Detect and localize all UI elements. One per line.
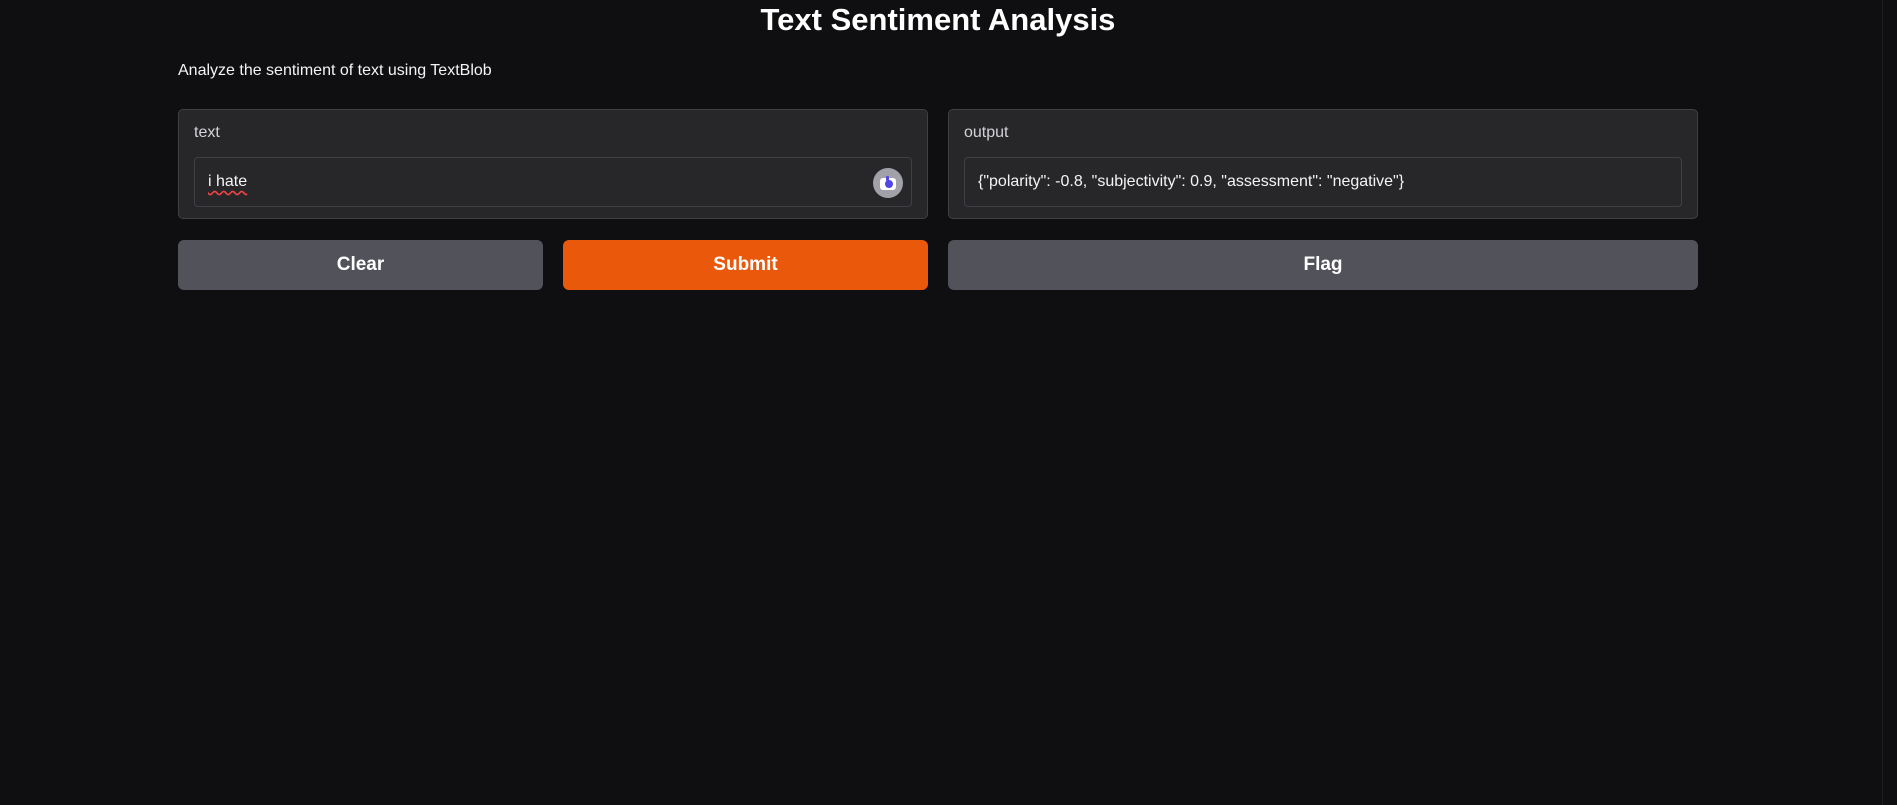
page-scrollbar[interactable] <box>1882 0 1897 805</box>
flag-button[interactable]: Flag <box>948 240 1698 290</box>
output-field: {"polarity": -0.8, "subjectivity": 0.9, … <box>964 157 1682 207</box>
output-label: output <box>964 124 1009 141</box>
app-root: Text Sentiment Analysis Analyze the sent… <box>0 0 1897 805</box>
page-description: Analyze the sentiment of text using Text… <box>178 62 492 79</box>
page-title: Text Sentiment Analysis <box>760 2 1116 37</box>
text-input-value: i hate <box>208 173 248 190</box>
text-input[interactable]: i hate <box>194 157 912 207</box>
submit-button[interactable]: Submit <box>563 240 928 290</box>
input-panel: text i hate <box>178 109 928 219</box>
grammar-extension-icon[interactable] <box>873 168 903 198</box>
output-panel: output {"polarity": -0.8, "subjectivity"… <box>948 109 1698 219</box>
clear-button[interactable]: Clear <box>178 240 543 290</box>
input-label: text <box>194 124 220 141</box>
output-value: {"polarity": -0.8, "subjectivity": 0.9, … <box>978 173 1405 190</box>
